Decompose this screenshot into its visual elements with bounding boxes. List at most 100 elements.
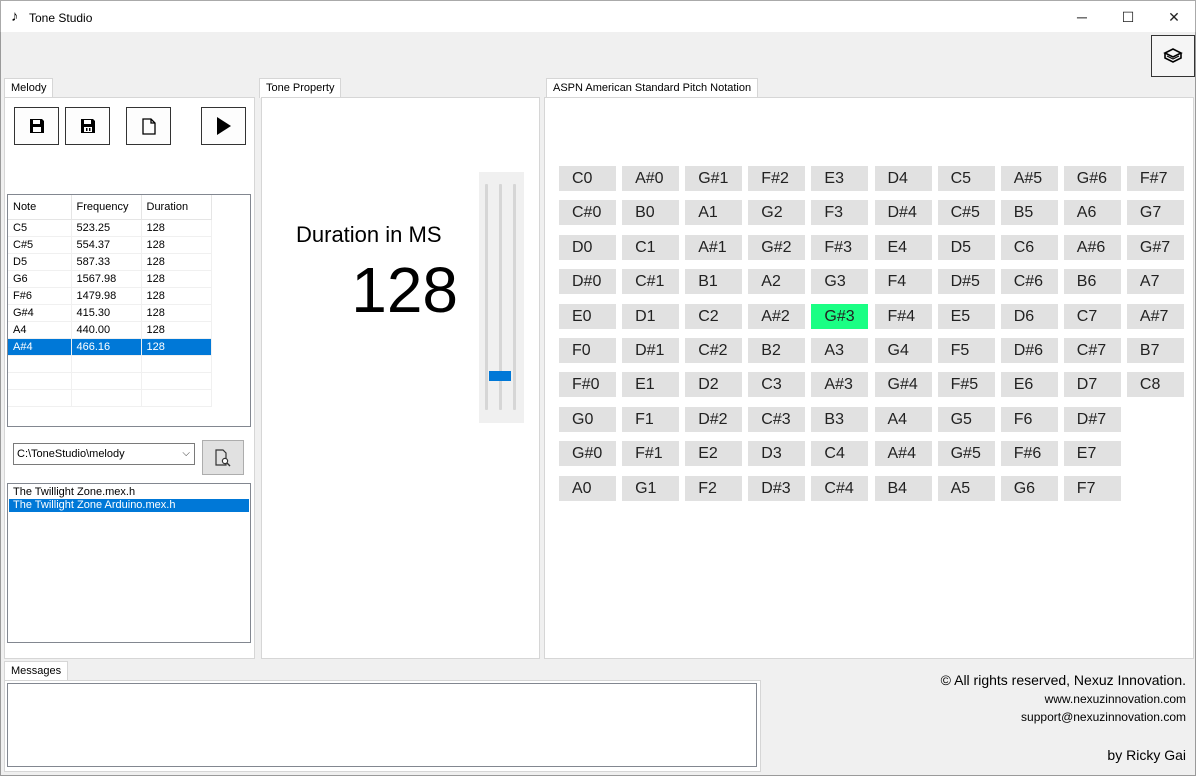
note-button[interactable]: E3 — [811, 166, 869, 191]
note-button[interactable]: G#1 — [685, 166, 743, 191]
note-button[interactable]: A#3 — [811, 372, 869, 398]
note-button[interactable]: G#3 — [811, 303, 869, 329]
note-button[interactable]: D#5 — [937, 269, 995, 295]
note-button[interactable]: D5 — [937, 234, 995, 260]
note-button[interactable]: A5 — [937, 475, 995, 501]
note-button[interactable]: A2 — [748, 269, 806, 295]
tab-melody[interactable]: Melody — [4, 78, 54, 98]
note-button[interactable]: A#6 — [1063, 234, 1121, 260]
note-button[interactable]: C3 — [748, 372, 806, 398]
note-button[interactable]: E4 — [874, 234, 932, 260]
note-button[interactable]: F#3 — [811, 234, 869, 260]
note-button[interactable]: B1 — [685, 269, 743, 295]
note-button[interactable]: C5 — [937, 166, 995, 191]
note-button[interactable]: A#1 — [685, 234, 743, 260]
table-row[interactable]: D5 587.33 128 — [8, 253, 212, 271]
save-button[interactable] — [14, 107, 59, 145]
note-button[interactable]: G2 — [748, 200, 806, 226]
column-header-frequency[interactable]: Frequency — [71, 195, 142, 220]
note-button[interactable]: A0 — [559, 475, 616, 501]
minimize-button[interactable]: ─ — [1059, 1, 1105, 33]
note-button[interactable]: C#1 — [622, 269, 680, 295]
note-button[interactable]: C7 — [1063, 303, 1121, 329]
note-button[interactable]: F#5 — [937, 372, 995, 398]
note-button[interactable]: F3 — [811, 200, 869, 226]
note-button[interactable]: D4 — [874, 166, 932, 191]
note-button[interactable]: G3 — [811, 269, 869, 295]
table-row[interactable]: G#4 415.30 128 — [8, 304, 212, 322]
note-button[interactable]: C1 — [622, 234, 680, 260]
note-button[interactable]: G1 — [622, 475, 680, 501]
note-button[interactable]: D3 — [748, 441, 806, 467]
note-button[interactable]: C#5 — [937, 200, 995, 226]
note-button[interactable]: A3 — [811, 338, 869, 363]
note-button[interactable]: E1 — [622, 372, 680, 398]
note-button[interactable]: C2 — [685, 303, 743, 329]
note-button[interactable]: F2 — [685, 475, 743, 501]
note-button[interactable]: A7 — [1126, 269, 1184, 295]
note-button[interactable]: F4 — [874, 269, 932, 295]
note-button[interactable]: D#4 — [874, 200, 932, 226]
note-button[interactable]: G#5 — [937, 441, 995, 467]
note-button[interactable]: A#2 — [748, 303, 806, 329]
note-button[interactable]: B0 — [622, 200, 680, 226]
note-button[interactable]: E7 — [1063, 441, 1121, 467]
note-button[interactable]: G#6 — [1063, 166, 1121, 191]
note-button[interactable]: D1 — [622, 303, 680, 329]
note-button[interactable]: F#2 — [748, 166, 806, 191]
note-button[interactable]: C#6 — [1000, 269, 1058, 295]
note-button[interactable]: E0 — [559, 303, 616, 329]
note-button[interactable]: A#5 — [1000, 166, 1058, 191]
table-row[interactable]: C#5 554.37 128 — [8, 236, 212, 254]
note-button[interactable]: G#0 — [559, 441, 616, 467]
note-button[interactable]: A#7 — [1126, 303, 1184, 329]
note-button[interactable]: F#6 — [1000, 441, 1058, 467]
table-row[interactable]: G6 1567.98 128 — [8, 270, 212, 288]
note-button[interactable]: D#6 — [1000, 338, 1058, 363]
note-button[interactable]: C#0 — [559, 200, 616, 226]
note-button[interactable]: F1 — [622, 406, 680, 432]
melody-table[interactable]: Note Frequency Duration C5 523.25 128 C#5 55… — [7, 194, 251, 427]
column-header-note[interactable]: Note — [8, 195, 72, 220]
note-button[interactable]: D2 — [685, 372, 743, 398]
tab-aspn[interactable]: ASPN American Standard Pitch Notation — [546, 78, 759, 98]
note-button[interactable]: A#0 — [622, 166, 680, 191]
table-row[interactable]: F#6 1479.98 128 — [8, 287, 212, 305]
tab-messages[interactable]: Messages — [4, 661, 69, 681]
note-button[interactable]: F5 — [937, 338, 995, 363]
melody-file-list[interactable]: The Twillight Zone.mex.h The Twillight Zo… — [7, 483, 251, 643]
note-button[interactable]: G5 — [937, 406, 995, 432]
melody-folder-select[interactable]: C:\ToneStudio\melody ⌵ — [13, 443, 195, 465]
note-button[interactable]: C6 — [1000, 234, 1058, 260]
note-button[interactable]: G6 — [1000, 475, 1058, 501]
slider-thumb[interactable] — [489, 371, 511, 382]
note-button[interactable]: C0 — [559, 166, 616, 191]
note-button[interactable]: C#4 — [811, 475, 869, 501]
note-button[interactable]: D#3 — [748, 475, 806, 501]
note-button[interactable]: F#7 — [1126, 166, 1184, 191]
note-button[interactable]: E5 — [937, 303, 995, 329]
new-file-button[interactable] — [126, 107, 171, 145]
note-button[interactable]: A4 — [874, 406, 932, 432]
file-list-item[interactable]: The Twillight Zone.mex.h — [9, 486, 249, 499]
maximize-button[interactable]: ☐ — [1105, 1, 1151, 33]
note-button[interactable]: F#0 — [559, 372, 616, 398]
table-row[interactable]: A#4 466.16 128 — [8, 338, 212, 356]
note-button[interactable]: E6 — [1000, 372, 1058, 398]
note-button[interactable]: G#4 — [874, 372, 932, 398]
file-list-item[interactable]: The Twillight Zone Arduino.mex.h — [9, 499, 249, 512]
note-button[interactable]: D6 — [1000, 303, 1058, 329]
title-bar[interactable]: ♪ Tone Studio ─ ☐ ✕ — [0, 0, 1196, 32]
column-header-duration[interactable]: Duration — [141, 195, 212, 220]
note-button[interactable]: B2 — [748, 338, 806, 363]
note-button[interactable]: F#1 — [622, 441, 680, 467]
note-button[interactable]: F6 — [1000, 406, 1058, 432]
note-button[interactable]: B4 — [874, 475, 932, 501]
note-button[interactable]: B5 — [1000, 200, 1058, 226]
tab-tone-property[interactable]: Tone Property — [259, 78, 342, 98]
note-button[interactable]: C#7 — [1063, 338, 1121, 363]
note-button[interactable]: A6 — [1063, 200, 1121, 226]
note-button[interactable]: C#2 — [685, 338, 743, 363]
note-button[interactable]: C#3 — [748, 406, 806, 432]
note-button[interactable]: B3 — [811, 406, 869, 432]
